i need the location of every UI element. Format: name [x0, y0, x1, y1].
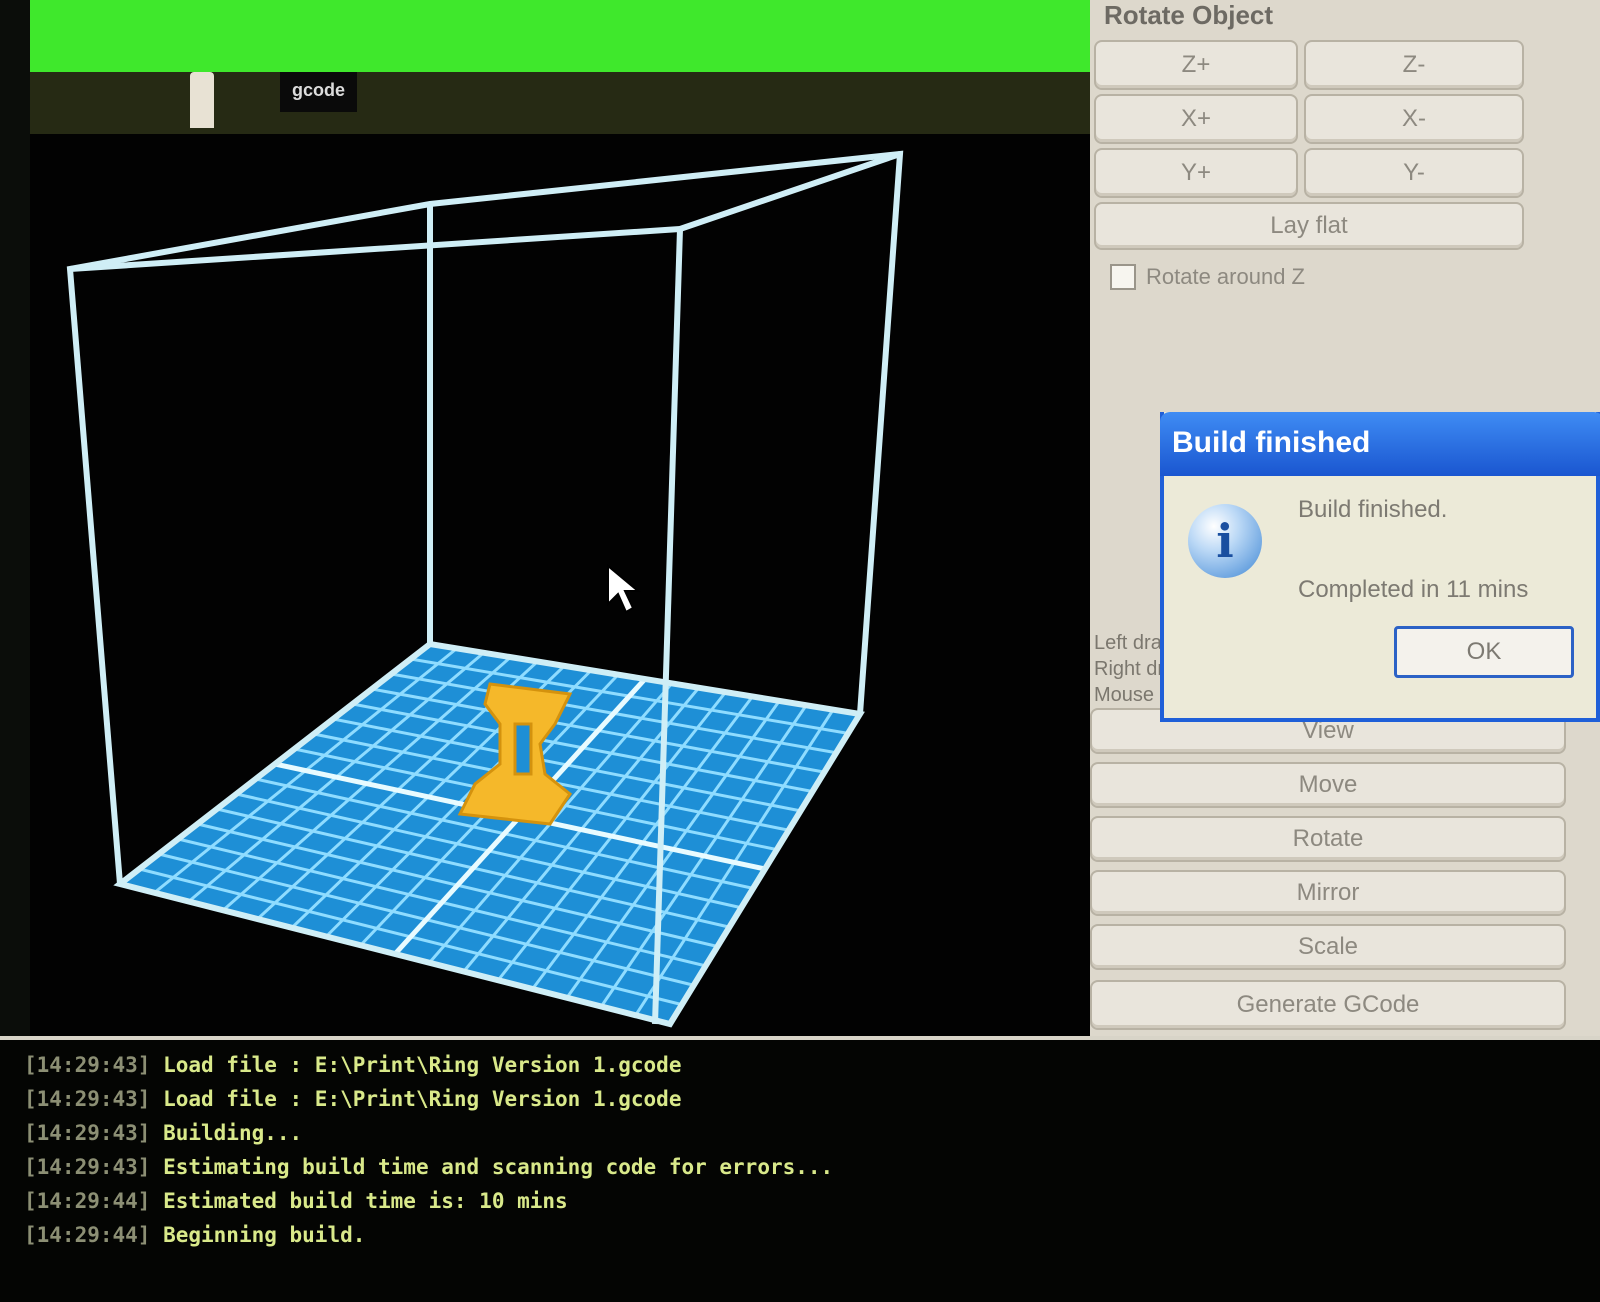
- tab-strip: gcode: [30, 72, 1090, 134]
- log-timestamp: [14:29:43]: [24, 1053, 151, 1077]
- log-timestamp: [14:29:44]: [24, 1223, 151, 1247]
- dialog-detail: Completed in 11 mins: [1298, 576, 1529, 603]
- rotate-z-minus-button[interactable]: Z-: [1304, 40, 1524, 90]
- rotate-x-minus-button[interactable]: X-: [1304, 94, 1524, 144]
- mouse-cursor: [607, 563, 641, 614]
- title-bar: [30, 0, 1090, 72]
- hint-mouse-wheel: Mouse: [1094, 684, 1155, 706]
- rotate-button[interactable]: Rotate: [1090, 816, 1566, 862]
- log-line: [14:29:43] Estimating build time and sca…: [24, 1150, 1576, 1184]
- log-timestamp: [14:29:43]: [24, 1121, 151, 1145]
- log-message: Building...: [163, 1121, 303, 1145]
- log-message: Estimated build time is: 10 mins: [163, 1189, 568, 1213]
- log-line: [14:29:44] Beginning build.: [24, 1218, 1576, 1252]
- log-timestamp: [14:29:44]: [24, 1189, 151, 1213]
- dialog-message: Build finished.: [1298, 496, 1448, 523]
- rotate-z-plus-button[interactable]: Z+: [1094, 40, 1298, 90]
- tab-0[interactable]: [50, 90, 74, 128]
- move-button[interactable]: Move: [1090, 762, 1566, 808]
- log-line: [14:29:43] Building...: [24, 1116, 1576, 1150]
- rotate-x-plus-button[interactable]: X+: [1094, 94, 1298, 144]
- log-message: Estimating build time and scanning code …: [163, 1155, 834, 1179]
- rotate-around-z-label: Rotate around Z: [1146, 264, 1305, 289]
- build-volume-view[interactable]: [30, 134, 1108, 1036]
- tab-1[interactable]: [190, 72, 214, 128]
- build-finished-dialog: Build finished i Build finished. Complet…: [1160, 412, 1600, 722]
- log-message: Beginning build.: [163, 1223, 366, 1247]
- tab-gcode[interactable]: gcode: [280, 72, 358, 112]
- rotate-around-z-checkbox[interactable]: [1110, 264, 1136, 290]
- rotate-y-minus-button[interactable]: Y-: [1304, 148, 1524, 198]
- hint-left-drag: Left dra: [1094, 632, 1162, 654]
- log-timestamp: [14:29:43]: [24, 1155, 151, 1179]
- lay-flat-button[interactable]: Lay flat: [1094, 202, 1524, 250]
- log-line: [14:29:44] Estimated build time is: 10 m…: [24, 1184, 1576, 1218]
- info-icon: i: [1188, 504, 1262, 578]
- rotate-object-title: Rotate Object: [1104, 0, 1274, 30]
- log-line: [14:29:43] Load file : E:\Print\Ring Ver…: [24, 1082, 1576, 1116]
- ok-button[interactable]: OK: [1394, 626, 1574, 678]
- log-console: [14:29:43] Load file : E:\Print\Ring Ver…: [0, 1036, 1600, 1302]
- scale-button[interactable]: Scale: [1090, 924, 1566, 970]
- 3d-viewport[interactable]: [30, 134, 1108, 1036]
- log-message: Load file : E:\Print\Ring Version 1.gcod…: [163, 1087, 682, 1111]
- hint-right-drag: Right dr: [1094, 658, 1165, 680]
- rotate-around-z-option[interactable]: Rotate around Z: [1110, 264, 1305, 290]
- generate-gcode-button[interactable]: Generate GCode: [1090, 980, 1566, 1030]
- mirror-button[interactable]: Mirror: [1090, 870, 1566, 916]
- log-message: Load file : E:\Print\Ring Version 1.gcod…: [163, 1053, 682, 1077]
- log-line: [14:29:43] Load file : E:\Print\Ring Ver…: [24, 1048, 1576, 1082]
- dialog-title: Build finished: [1160, 412, 1600, 476]
- rotate-y-plus-button[interactable]: Y+: [1094, 148, 1298, 198]
- log-timestamp: [14:29:43]: [24, 1087, 151, 1111]
